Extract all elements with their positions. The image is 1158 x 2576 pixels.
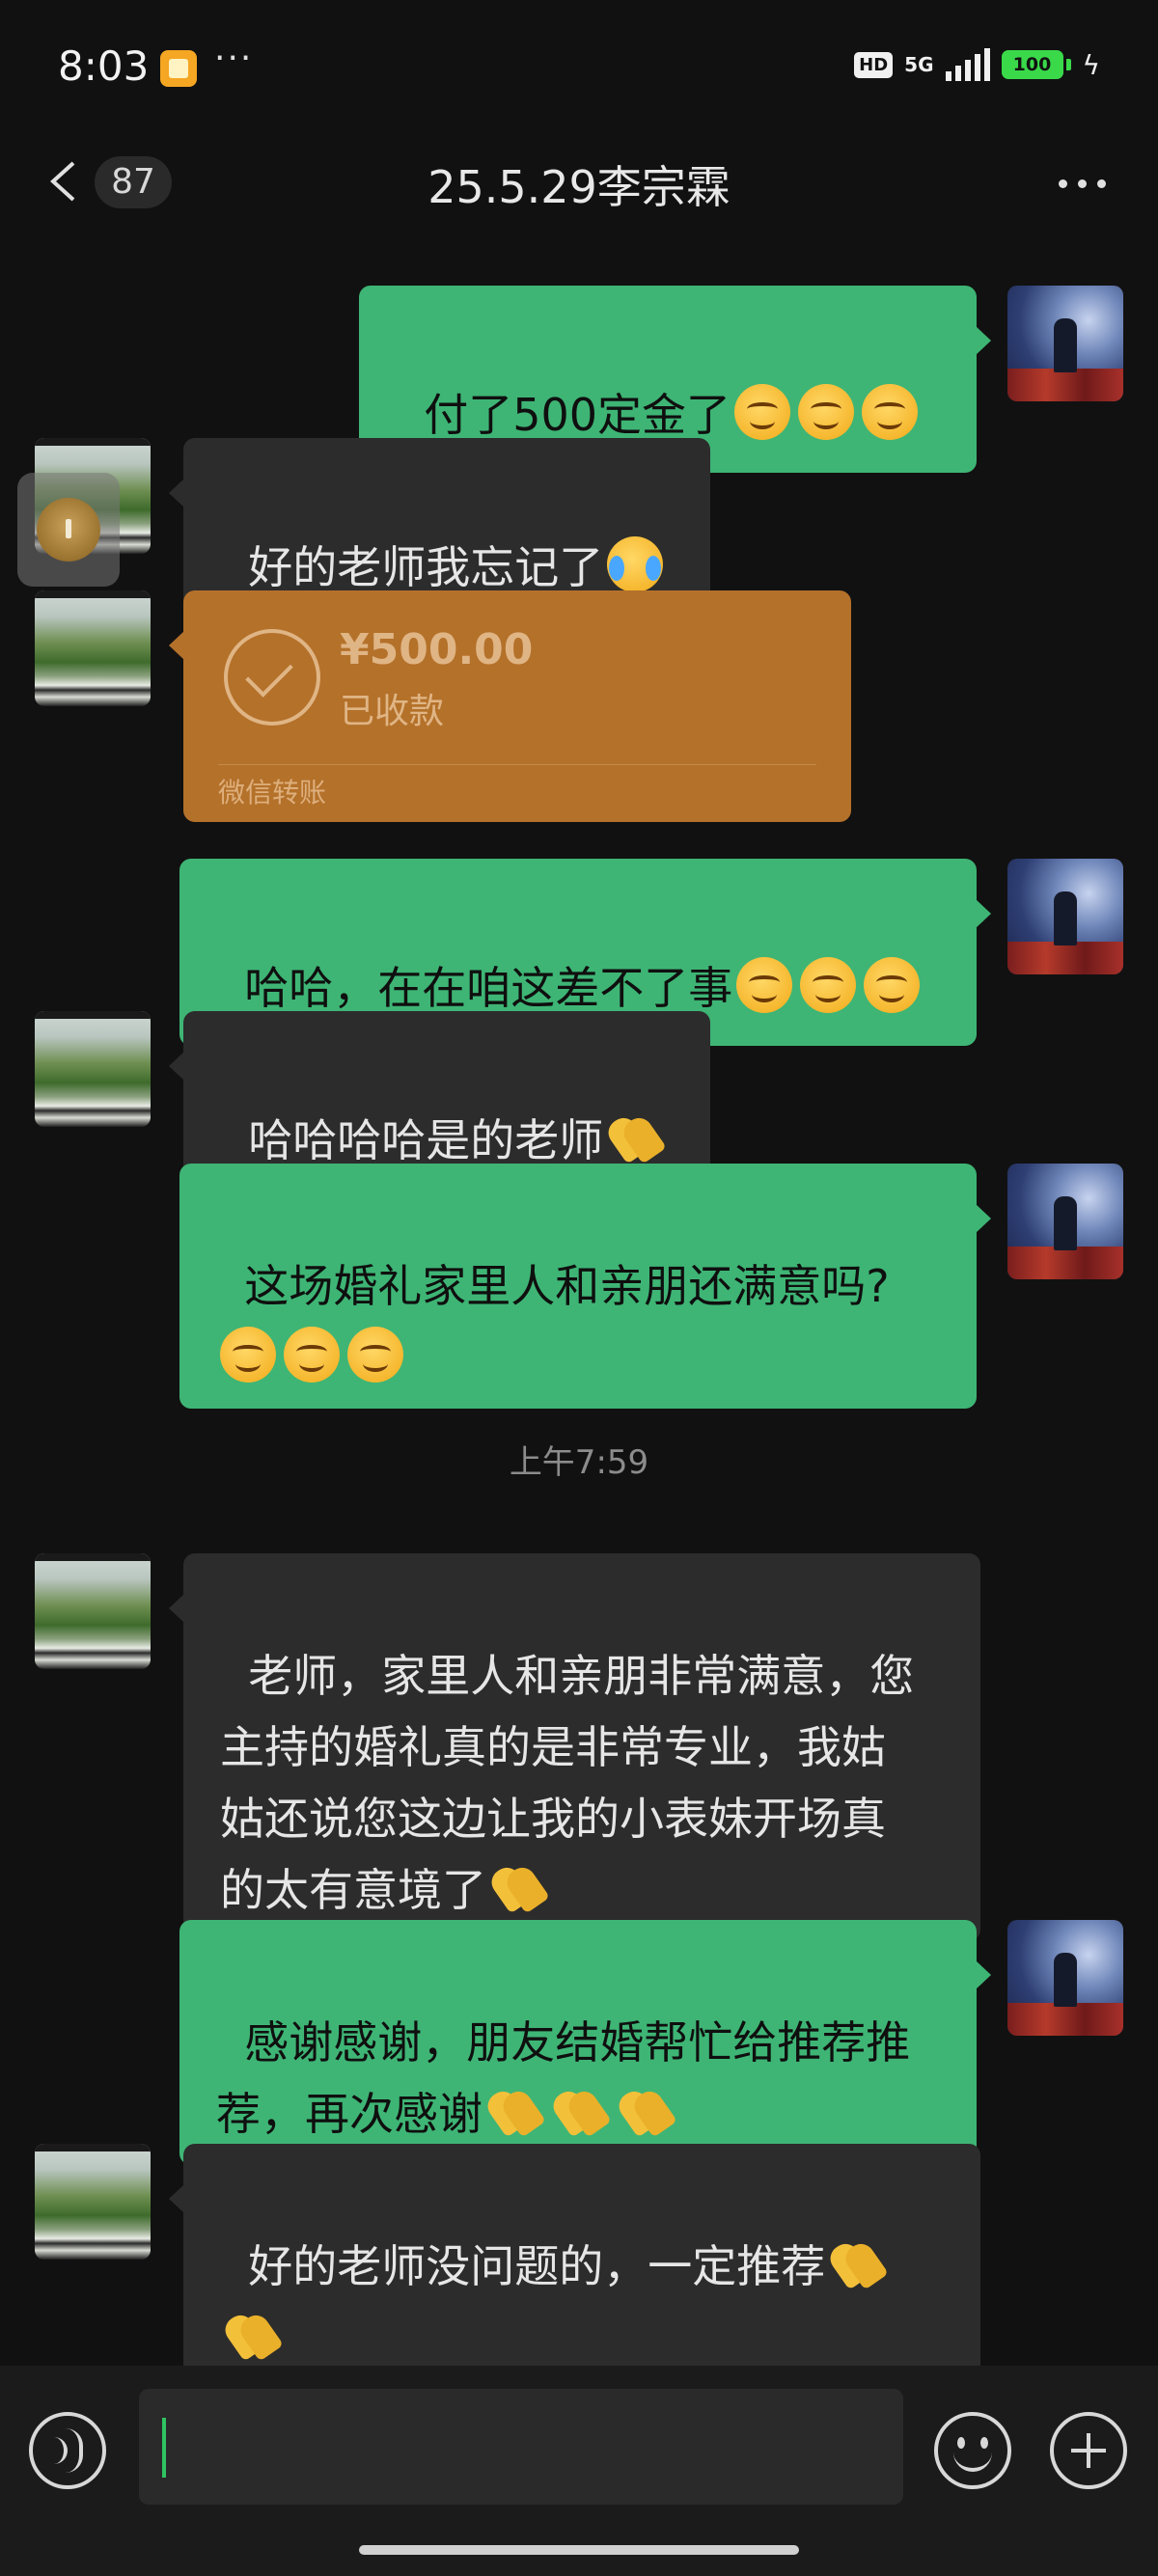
smile-emoji-icon [347, 1327, 403, 1383]
message-bubble-incoming[interactable]: 老师，家里人和亲朋非常满意，您 主持的婚礼真的是非常专业，我姑 姑还说您这边让我… [169, 1553, 980, 1941]
transfer-status: 已收款 [340, 692, 445, 731]
chat-title: 25.5.29李宗霖 [427, 161, 731, 213]
folded-hands-emoji-icon [605, 1113, 667, 1164]
folded-hands-emoji-icon [488, 1863, 550, 1913]
my-avatar[interactable] [1007, 1164, 1123, 1279]
smile-emoji-icon [220, 1327, 276, 1383]
battery-level: 100 [1012, 54, 1052, 75]
smile-emoji-icon [284, 1327, 340, 1383]
more-dots-icon[interactable] [1059, 179, 1106, 188]
folded-hands-emoji-icon [222, 2311, 284, 2361]
network-type: 5G [904, 53, 934, 76]
contact-avatar[interactable] [35, 1553, 151, 1669]
smile-emoji-icon [736, 957, 793, 1013]
transfer-card[interactable]: ¥500.00 已收款 微信转账 [169, 590, 851, 822]
status-time: 8:03 [58, 42, 150, 90]
voice-icon[interactable] [29, 2412, 106, 2489]
laughing-crying-emoji-icon [607, 536, 664, 592]
folded-hands-emoji-icon [484, 2087, 546, 2137]
status-bar: 8:03 ··· HD 5G 100 ϟ [0, 0, 1158, 135]
message-text: 哈哈哈哈是的老师 [248, 1114, 604, 1166]
message-text: 老师，家里人和亲朋非常满意，您 主持的婚礼真的是非常专业，我姑 姑还说您这边让我… [220, 1650, 915, 1916]
my-avatar[interactable] [1007, 1920, 1123, 2036]
folded-hands-emoji-icon [550, 2087, 612, 2137]
contact-avatar[interactable] [35, 1011, 151, 1127]
folded-hands-emoji-icon [827, 2239, 889, 2289]
my-avatar[interactable] [1007, 286, 1123, 401]
smile-emoji-icon [734, 384, 791, 440]
chat-header: 87 25.5.29李宗霖 [0, 135, 1158, 228]
status-indicators: HD 5G 100 ϟ [854, 48, 1100, 81]
message-bubble-outgoing[interactable]: 这场婚礼家里人和亲朋还满意吗? [179, 1164, 991, 1409]
transfer-divider [218, 764, 816, 765]
notification-app-icon [160, 50, 197, 87]
message-text: 哈哈，在在咱这差不了事 [244, 962, 733, 1014]
transfer-amount: ¥500.00 [340, 625, 534, 674]
message-text: 付了500定金了 [424, 389, 731, 441]
plus-icon[interactable] [1050, 2412, 1127, 2489]
message-input[interactable] [139, 2389, 903, 2505]
my-avatar[interactable] [1007, 859, 1123, 974]
more-notifications-icon: ··· [214, 39, 254, 78]
message-text: 好的老师我忘记了 [248, 541, 604, 593]
contact-avatar[interactable] [35, 590, 151, 706]
battery-icon: 100 [1001, 50, 1063, 79]
battery-tip [1065, 59, 1071, 70]
transfer-source-label: 微信转账 [218, 777, 327, 808]
message-text: 好的老师没问题的，一定推荐 [248, 2240, 826, 2292]
check-circle-icon [224, 629, 320, 726]
smile-emoji-icon [798, 384, 855, 440]
text-cursor [162, 2418, 166, 2478]
contact-avatar[interactable] [35, 2144, 151, 2260]
message-timestamp: 上午7:59 [509, 1443, 649, 1482]
signal-strength-icon [945, 48, 990, 81]
smile-emoji-icon [864, 957, 921, 1013]
smile-emoji-icon [862, 384, 919, 440]
hd-voice-icon: HD [854, 51, 894, 78]
emoji-icon[interactable] [934, 2412, 1011, 2489]
smile-emoji-icon [800, 957, 857, 1013]
message-bubble-outgoing[interactable]: 感谢感谢，朋友结婚帮忙给推荐推 荐，再次感谢 [179, 1920, 991, 2165]
message-bubble-incoming[interactable]: 好的老师没问题的，一定推荐 [169, 2144, 980, 2389]
folded-hands-emoji-icon [616, 2087, 677, 2137]
message-text: 这场婚礼家里人和亲朋还满意吗? [244, 1260, 890, 1312]
home-indicator[interactable] [359, 2545, 799, 2555]
floating-window-icon[interactable] [17, 473, 120, 587]
charging-icon: ϟ [1082, 48, 1100, 81]
